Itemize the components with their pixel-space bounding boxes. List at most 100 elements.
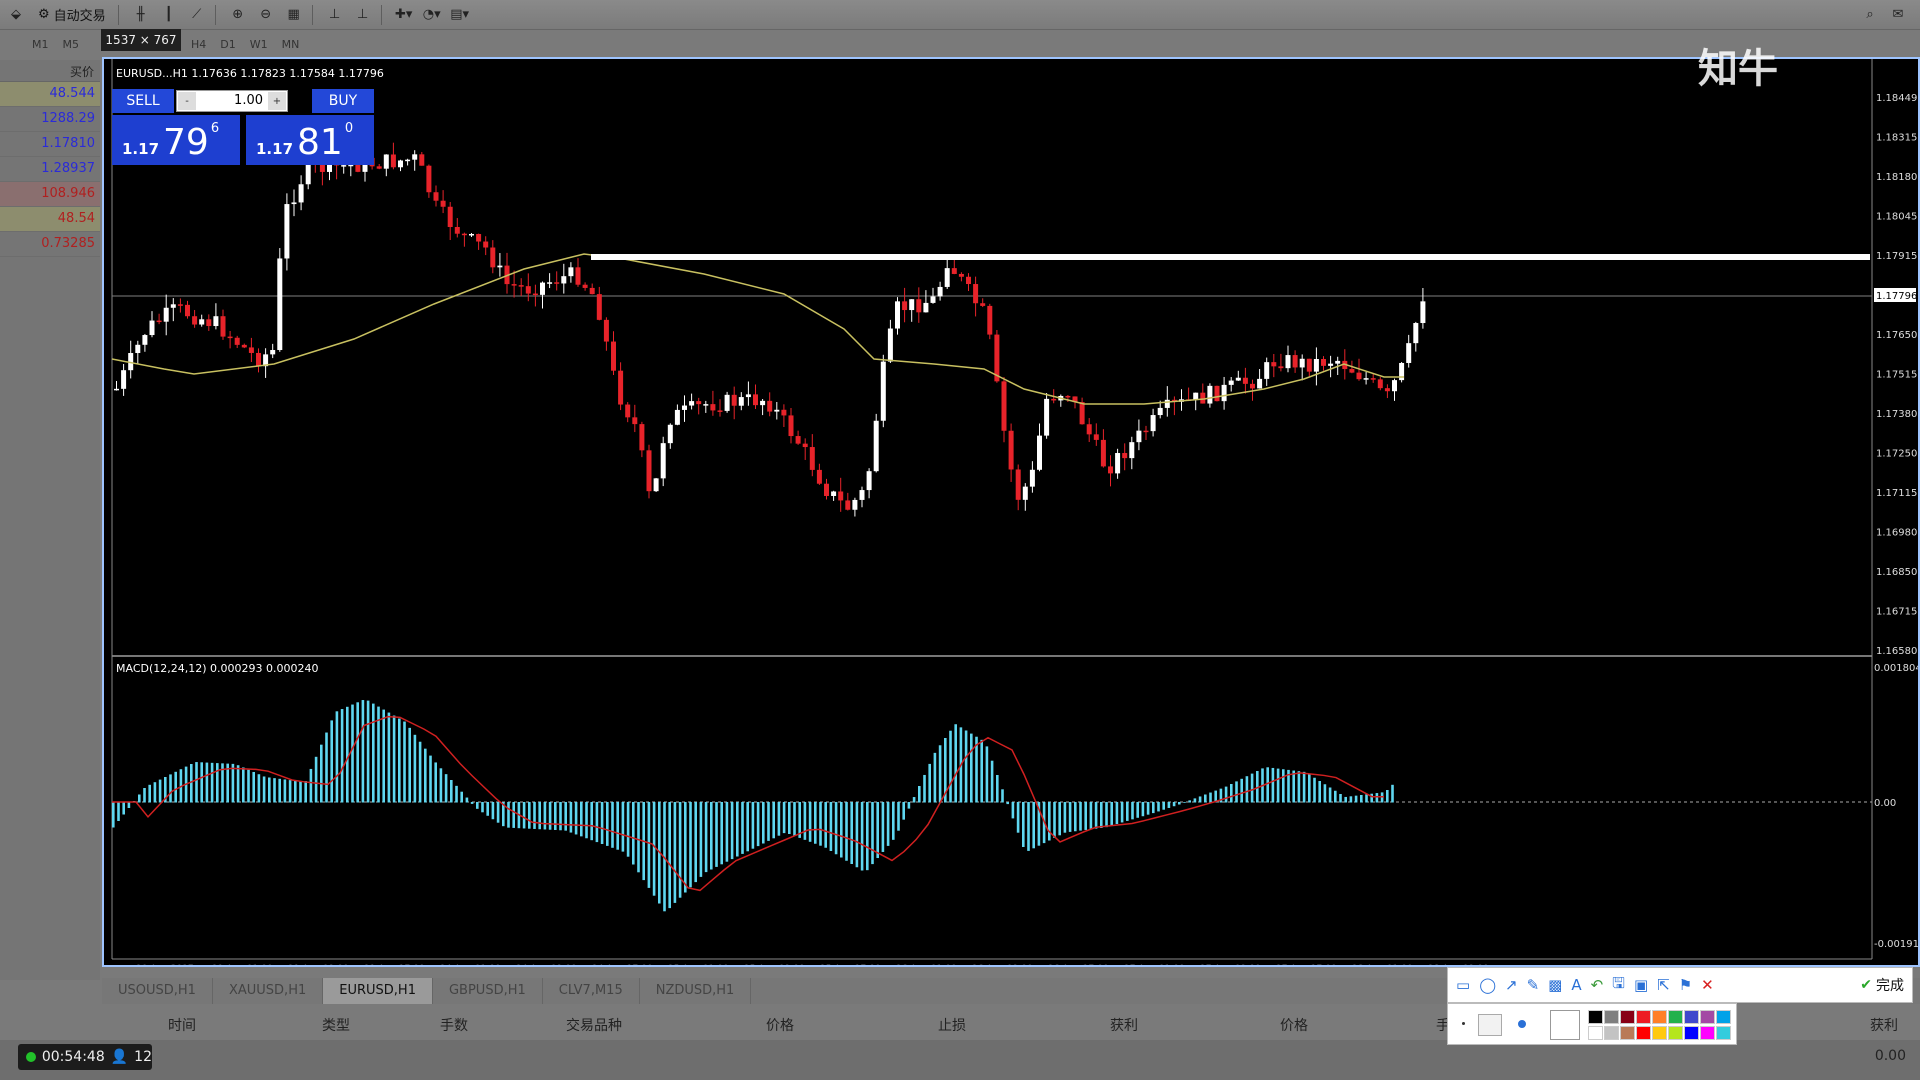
col-price-2[interactable]: 价格 [1280, 1015, 1308, 1035]
zoom-in-icon[interactable]: ⊕ [226, 4, 250, 26]
col-stoploss[interactable]: 止损 [938, 1015, 966, 1035]
market-watch-row[interactable]: 1.17810 [0, 132, 100, 157]
pen-size-small[interactable] [1462, 1022, 1465, 1025]
color-swatch[interactable] [1620, 1026, 1635, 1040]
tab-xauusd[interactable]: XAUUSD,H1 [213, 978, 324, 1004]
horizontal-resistance-line[interactable] [591, 254, 1870, 260]
price-tick-label: 1.18045 [1876, 212, 1917, 223]
line-chart-icon[interactable]: ⟋ [185, 4, 209, 26]
color-swatch[interactable] [1652, 1010, 1667, 1024]
market-watch-row[interactable]: 48.544 [0, 82, 100, 107]
buy-price-display[interactable]: 1.17 81 0 [246, 115, 374, 165]
tab-gbpusd[interactable]: GBPUSD,H1 [433, 978, 543, 1004]
share-icon[interactable]: ⇱ [1657, 976, 1670, 994]
mosaic-icon[interactable]: ▩ [1548, 976, 1562, 994]
color-swatch[interactable] [1636, 1026, 1651, 1040]
color-swatch[interactable] [1716, 1026, 1731, 1040]
templates-icon[interactable]: ▤▾ [448, 4, 472, 26]
pen-size-medium[interactable] [1478, 1014, 1502, 1036]
color-swatch[interactable] [1588, 1026, 1603, 1040]
sell-button[interactable]: SELL [112, 89, 174, 113]
color-swatch[interactable] [1700, 1026, 1715, 1040]
col-type[interactable]: 类型 [322, 1015, 350, 1035]
market-watch-row[interactable]: 1288.29 [0, 107, 100, 132]
comm-icon[interactable]: ✉ [1886, 4, 1910, 26]
candle-body [554, 282, 560, 284]
done-button[interactable]: ✔ 完成 [1860, 975, 1904, 995]
tab-usousd[interactable]: USOUSD,H1 [102, 978, 213, 1004]
period-left-icon[interactable]: ⊥ [323, 4, 347, 26]
macd-bar [678, 802, 682, 898]
macd-bar [715, 802, 718, 867]
time-tick-label: 18 Aug 09:00 [1428, 964, 1489, 965]
price-chart[interactable]: EURUSD...H1 1.17636 1.17823 1.17584 1.17… [104, 59, 1918, 965]
color-swatch[interactable] [1652, 1026, 1667, 1040]
tab-clv7[interactable]: CLV7,M15 [543, 978, 640, 1004]
tile-icon[interactable]: ▦ [282, 4, 306, 26]
color-swatch[interactable] [1684, 1010, 1699, 1024]
color-swatch[interactable] [1604, 1026, 1619, 1040]
candle-body [177, 304, 183, 306]
col-price[interactable]: 价格 [766, 1015, 794, 1035]
copy-icon[interactable]: ▣ [1634, 976, 1648, 994]
pen-size-large[interactable] [1518, 1020, 1526, 1028]
text-icon[interactable]: A [1571, 976, 1581, 994]
current-color-swatch[interactable] [1550, 1010, 1580, 1040]
timeframe-m1[interactable]: M1 [32, 38, 49, 51]
close-icon[interactable]: ✕ [1701, 976, 1714, 994]
macd-bar [481, 802, 484, 813]
macd-bar [491, 802, 495, 820]
color-swatch[interactable] [1668, 1010, 1683, 1024]
timeframe-w1[interactable]: W1 [250, 38, 268, 51]
macd-bar [860, 802, 864, 871]
timeframe-m5[interactable]: M5 [63, 38, 80, 51]
color-swatch[interactable] [1636, 1010, 1651, 1024]
color-swatch[interactable] [1668, 1026, 1683, 1040]
macd-bar [756, 802, 760, 847]
bar-chart-icon[interactable]: ╫ [129, 4, 153, 26]
timeframe-h4[interactable]: H4 [191, 38, 206, 51]
tab-eurusd[interactable]: EURUSD,H1 [323, 978, 433, 1004]
market-watch-row[interactable]: 48.54 [0, 207, 100, 232]
market-watch-row[interactable]: 1.28937 [0, 157, 100, 182]
zoom-out-icon[interactable]: ⊖ [254, 4, 278, 26]
color-swatch[interactable] [1604, 1010, 1619, 1024]
col-takeprofit[interactable]: 获利 [1110, 1015, 1138, 1035]
sell-price-display[interactable]: 1.17 79 6 [112, 115, 240, 165]
timeframe-d1[interactable]: D1 [220, 38, 235, 51]
color-swatch[interactable] [1700, 1010, 1715, 1024]
market-watch-row[interactable]: 0.73285 [0, 232, 100, 257]
indicators-icon[interactable]: ✚▾ [392, 4, 416, 26]
candle-chart-icon[interactable]: ┃ [157, 4, 181, 26]
period-right-icon[interactable]: ⊥ [351, 4, 375, 26]
color-swatch[interactable] [1620, 1010, 1635, 1024]
ellipse-icon[interactable]: ◯ [1479, 976, 1496, 994]
chart-window[interactable]: EURUSD...H1 1.17636 1.17823 1.17584 1.17… [102, 57, 1920, 967]
candle-body [256, 352, 261, 367]
timeframe-mn[interactable]: MN [282, 38, 300, 51]
col-symbol[interactable]: 交易品种 [566, 1015, 622, 1035]
app-icon[interactable]: ⬙ [4, 4, 28, 26]
pen-icon[interactable]: ✎ [1527, 976, 1540, 994]
auto-trade-button[interactable]: ⚙ 自动交易 [32, 4, 112, 26]
arrow-icon[interactable]: ↗ [1505, 976, 1518, 994]
color-swatch[interactable] [1716, 1010, 1731, 1024]
search-icon[interactable]: ⌕ [1858, 4, 1882, 26]
periods-icon[interactable]: ◔▾ [420, 4, 444, 26]
undo-icon[interactable]: ↶ [1591, 976, 1604, 994]
lot-increase-button[interactable]: + [268, 92, 286, 110]
market-watch-row[interactable]: 108.946 [0, 182, 100, 207]
col-volume[interactable]: 手数 [440, 1015, 468, 1035]
color-swatch[interactable] [1684, 1026, 1699, 1040]
pin-icon[interactable]: ⚑ [1679, 976, 1692, 994]
tab-nzdusd[interactable]: NZDUSD,H1 [640, 978, 752, 1004]
rectangle-icon[interactable]: ▭ [1456, 976, 1470, 994]
lot-decrease-button[interactable]: - [178, 92, 196, 110]
candle-body [1235, 377, 1241, 381]
macd-bar [902, 802, 905, 820]
buy-button[interactable]: BUY [312, 89, 374, 113]
save-icon[interactable]: 🖫 [1612, 973, 1625, 998]
color-swatch[interactable] [1588, 1010, 1603, 1024]
col-profit[interactable]: 获利 [1870, 1015, 1898, 1035]
col-time[interactable]: 时间 [168, 1015, 196, 1035]
